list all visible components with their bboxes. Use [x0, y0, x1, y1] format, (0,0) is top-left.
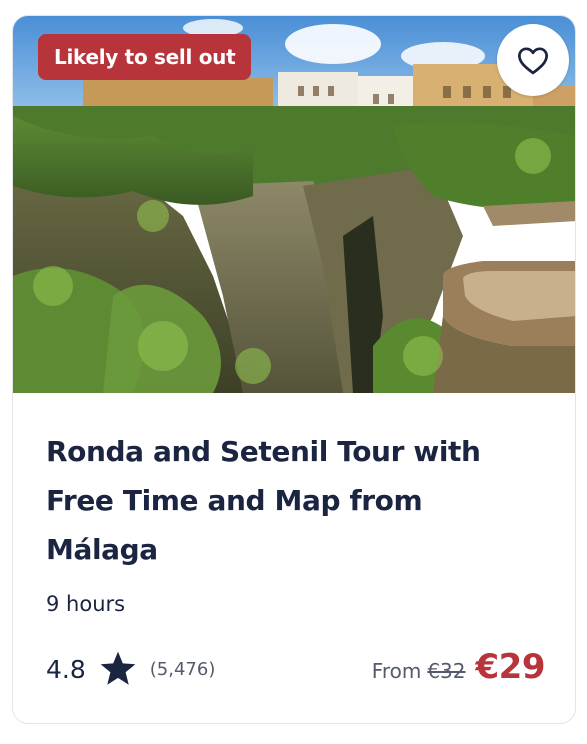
tour-details: Ronda and Setenil Tour with Free Time an… — [13, 393, 575, 723]
tour-photo[interactable]: Likely to sell out — [13, 16, 575, 393]
review-count: (5,476) — [149, 658, 216, 680]
tour-title[interactable]: Ronda and Setenil Tour with Free Time an… — [46, 427, 526, 574]
heart-outline-icon — [516, 45, 550, 75]
current-price: €29 — [475, 647, 546, 687]
rating-value: 4.8 — [46, 654, 86, 684]
tour-duration: 9 hours — [46, 592, 126, 616]
badge-label: Likely to sell out — [54, 45, 236, 69]
tour-card[interactable]: Likely to sell out Ronda and Setenil Tou… — [12, 15, 576, 724]
star-icon — [98, 650, 138, 688]
price-block: From €32 €29 — [371, 647, 546, 693]
add-to-wishlist-button[interactable] — [497, 24, 569, 96]
likely-to-sell-out-badge: Likely to sell out — [38, 34, 252, 80]
rating-summary: 4.8 (5,476) — [46, 649, 215, 689]
original-price: €32 — [427, 659, 466, 683]
price-prefix: From — [371, 659, 422, 683]
